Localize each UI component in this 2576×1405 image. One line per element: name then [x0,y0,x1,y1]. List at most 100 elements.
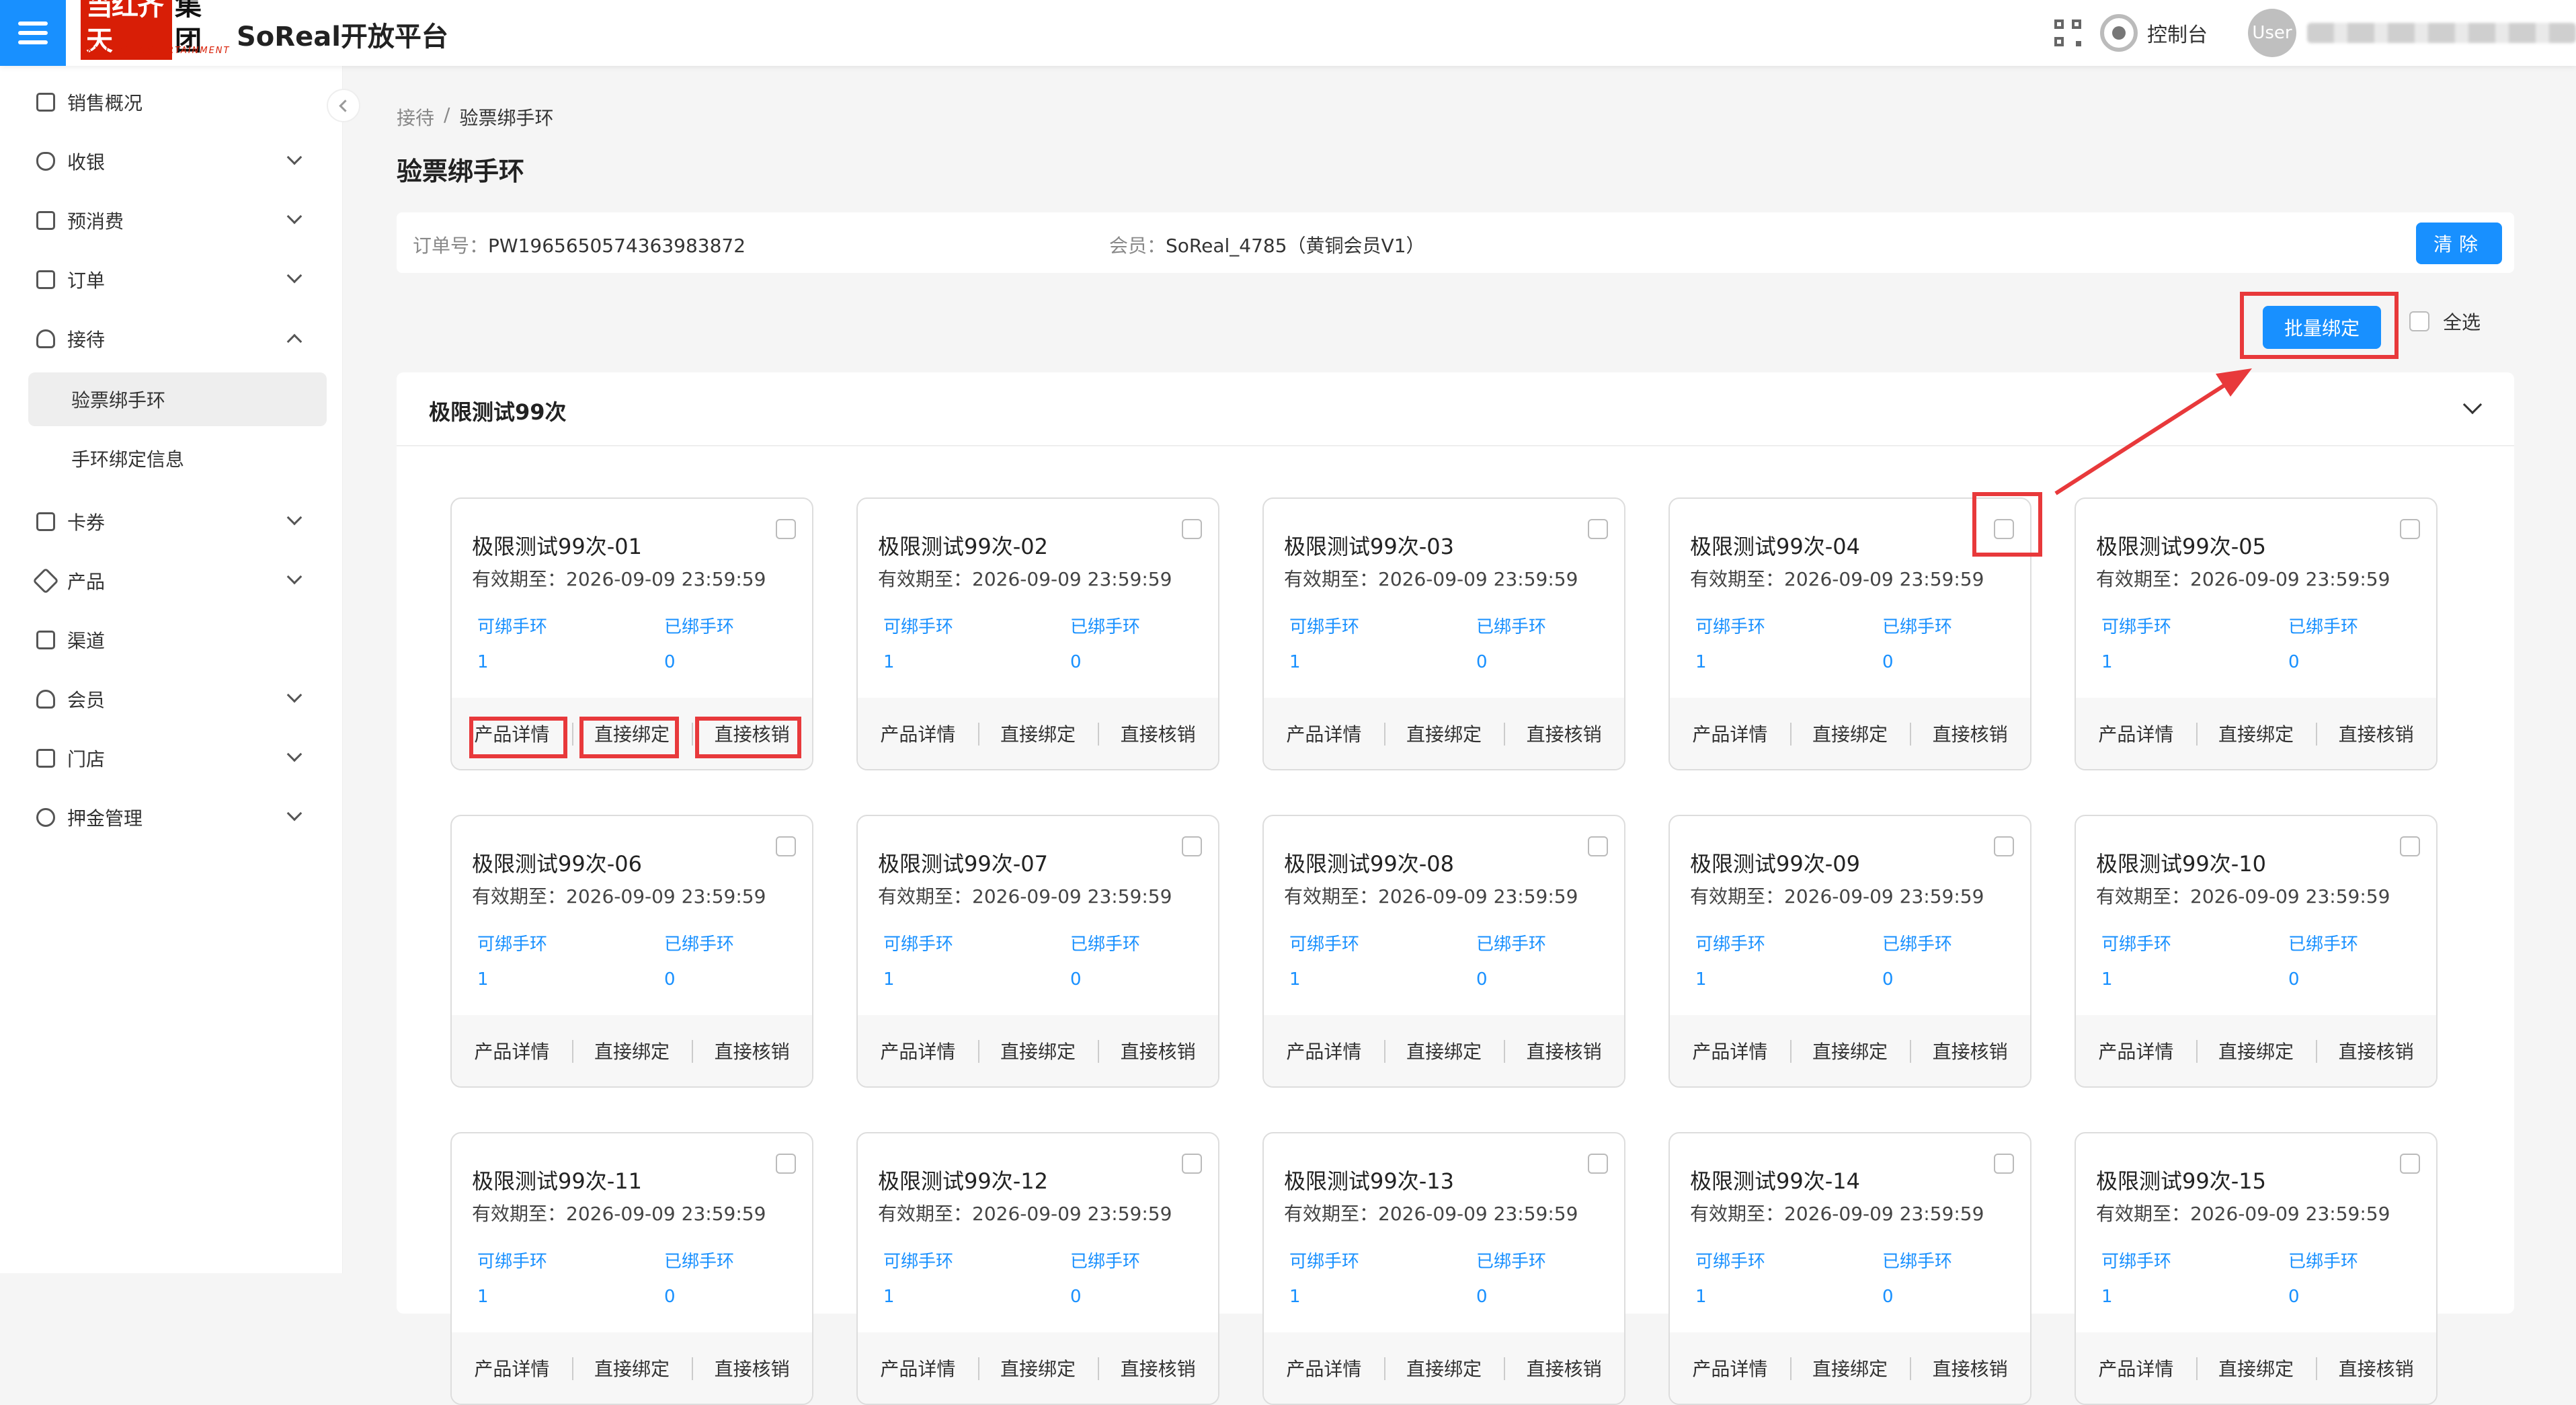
direct-bind-button[interactable]: 直接绑定 [1383,1355,1504,1381]
direct-bind-button[interactable]: 直接绑定 [1789,1037,1910,1064]
product-card[interactable]: 极限测试99次-11 有效期至：2026-09-09 23:59:59 可绑手环… [450,1132,813,1405]
sidebar-item-members[interactable]: 会员 [0,670,343,729]
product-card[interactable]: 极限测试99次-02 有效期至：2026-09-09 23:59:59 可绑手环… [856,497,1219,770]
console-link[interactable]: 控制台 [2100,14,2208,52]
product-detail-button[interactable]: 产品详情 [452,1037,572,1064]
direct-verify-button[interactable]: 直接核销 [1098,720,1218,747]
chevron-down-icon[interactable] [2462,395,2483,415]
product-card[interactable]: 极限测试99次-12 有效期至：2026-09-09 23:59:59 可绑手环… [856,1132,1219,1405]
direct-bind-button[interactable]: 直接绑定 [571,1037,692,1064]
direct-bind-button[interactable]: 直接绑定 [2196,1037,2317,1064]
avatar[interactable]: User [2248,9,2296,57]
product-card[interactable]: 极限测试99次-05 有效期至：2026-09-09 23:59:59 可绑手环… [2075,497,2438,770]
product-detail-button[interactable]: 产品详情 [1264,1037,1384,1064]
direct-verify-button[interactable]: 直接核销 [1098,1037,1218,1064]
direct-verify-button[interactable]: 直接核销 [692,1355,812,1381]
sidebar-collapse-button[interactable] [327,89,360,122]
card-checkbox[interactable] [1994,836,2014,856]
card-checkbox[interactable] [2400,1154,2420,1174]
card-checkbox[interactable] [1588,519,1608,539]
card-checkbox[interactable] [776,836,796,856]
direct-verify-button[interactable]: 直接核销 [1910,1355,2030,1381]
card-checkbox[interactable] [1182,519,1202,539]
direct-verify-button[interactable]: 直接核销 [692,1037,812,1064]
card-checkbox[interactable] [776,1154,796,1174]
card-checkbox[interactable] [1994,519,2014,539]
direct-verify-button[interactable]: 直接核销 [2316,720,2436,747]
product-card[interactable]: 极限测试99次-01 有效期至：2026-09-09 23:59:59 可绑手环… [450,497,813,770]
direct-bind-button[interactable]: 直接绑定 [977,1037,1098,1064]
product-detail-button[interactable]: 产品详情 [858,1037,978,1064]
breadcrumb-parent[interactable]: 接待 [397,104,434,130]
direct-bind-button[interactable]: 直接绑定 [1383,720,1504,747]
direct-bind-button[interactable]: 直接绑定 [2196,720,2317,747]
product-card[interactable]: 极限测试99次-03 有效期至：2026-09-09 23:59:59 可绑手环… [1262,497,1625,770]
card-checkbox[interactable] [2400,836,2420,856]
direct-verify-button[interactable]: 直接核销 [1098,1355,1218,1381]
sidebar-item-cashier[interactable]: 收银 [0,132,343,191]
card-checkbox[interactable] [1182,1154,1202,1174]
direct-verify-button[interactable]: 直接核销 [1504,1355,1624,1381]
menu-toggle-button[interactable] [0,0,66,66]
product-card[interactable]: 极限测试99次-04 有效期至：2026-09-09 23:59:59 可绑手环… [1668,497,2031,770]
direct-verify-button[interactable]: 直接核销 [692,720,812,747]
product-card[interactable]: 极限测试99次-07 有效期至：2026-09-09 23:59:59 可绑手环… [856,815,1219,1088]
product-card[interactable]: 极限测试99次-15 有效期至：2026-09-09 23:59:59 可绑手环… [2075,1132,2438,1405]
sidebar-item-stores[interactable]: 门店 [0,729,343,788]
direct-bind-button[interactable]: 直接绑定 [1789,1355,1910,1381]
sidebar-sub-bind-info[interactable]: 手环绑定信息 [28,432,327,485]
product-detail-button[interactable]: 产品详情 [452,1355,572,1381]
select-all-box[interactable] [2409,311,2429,331]
panel-header[interactable]: 极限测试99次 [397,372,2514,446]
card-checkbox[interactable] [1182,836,1202,856]
direct-bind-button[interactable]: 直接绑定 [571,1355,692,1381]
product-card[interactable]: 极限测试99次-06 有效期至：2026-09-09 23:59:59 可绑手环… [450,815,813,1088]
sidebar-item-cards[interactable]: 卡券 [0,492,343,551]
product-detail-button[interactable]: 产品详情 [2076,720,2196,747]
product-detail-button[interactable]: 产品详情 [1670,1355,1790,1381]
card-checkbox[interactable] [2400,519,2420,539]
sidebar-item-orders[interactable]: 订单 [0,250,343,309]
product-card[interactable]: 极限测试99次-08 有效期至：2026-09-09 23:59:59 可绑手环… [1262,815,1625,1088]
product-card[interactable]: 极限测试99次-10 有效期至：2026-09-09 23:59:59 可绑手环… [2075,815,2438,1088]
direct-verify-button[interactable]: 直接核销 [1910,1037,2030,1064]
product-detail-button[interactable]: 产品详情 [1264,1355,1384,1381]
product-card[interactable]: 极限测试99次-14 有效期至：2026-09-09 23:59:59 可绑手环… [1668,1132,2031,1405]
direct-bind-button[interactable]: 直接绑定 [977,1355,1098,1381]
qrcode-icon[interactable] [2054,19,2081,46]
sidebar-item-reception[interactable]: 接待 [0,309,343,368]
product-detail-button[interactable]: 产品详情 [452,720,572,747]
direct-verify-button[interactable]: 直接核销 [2316,1355,2436,1381]
direct-verify-button[interactable]: 直接核销 [1910,720,2030,747]
direct-bind-button[interactable]: 直接绑定 [977,720,1098,747]
product-card[interactable]: 极限测试99次-09 有效期至：2026-09-09 23:59:59 可绑手环… [1668,815,2031,1088]
direct-bind-button[interactable]: 直接绑定 [571,720,692,747]
product-detail-button[interactable]: 产品详情 [2076,1037,2196,1064]
sidebar-item-products[interactable]: 产品 [0,551,343,610]
sidebar-item-sales-overview[interactable]: 销售概况 [0,73,343,132]
direct-bind-button[interactable]: 直接绑定 [1789,720,1910,747]
sidebar-sub-ticket-bind[interactable]: 验票绑手环 [28,372,327,426]
clear-button[interactable]: 清除 [2416,223,2502,264]
product-detail-button[interactable]: 产品详情 [1670,720,1790,747]
product-detail-button[interactable]: 产品详情 [858,720,978,747]
product-detail-button[interactable]: 产品详情 [2076,1355,2196,1381]
product-detail-button[interactable]: 产品详情 [1264,720,1384,747]
product-detail-button[interactable]: 产品详情 [858,1355,978,1381]
direct-verify-button[interactable]: 直接核销 [2316,1037,2436,1064]
user-info-blurred[interactable] [2307,23,2576,43]
direct-bind-button[interactable]: 直接绑定 [1383,1037,1504,1064]
card-checkbox[interactable] [1994,1154,2014,1174]
select-all-checkbox[interactable]: 全选 [2409,308,2481,335]
direct-bind-button[interactable]: 直接绑定 [2196,1355,2317,1381]
card-checkbox[interactable] [776,519,796,539]
card-checkbox[interactable] [1588,836,1608,856]
sidebar-item-pre-consume[interactable]: 预消费 [0,191,343,250]
product-card[interactable]: 极限测试99次-13 有效期至：2026-09-09 23:59:59 可绑手环… [1262,1132,1625,1405]
direct-verify-button[interactable]: 直接核销 [1504,720,1624,747]
product-detail-button[interactable]: 产品详情 [1670,1037,1790,1064]
batch-bind-button[interactable]: 批量绑定 [2263,306,2381,349]
sidebar-item-deposit[interactable]: 押金管理 [0,788,343,847]
sidebar-item-channels[interactable]: 渠道 [0,610,343,670]
card-checkbox[interactable] [1588,1154,1608,1174]
